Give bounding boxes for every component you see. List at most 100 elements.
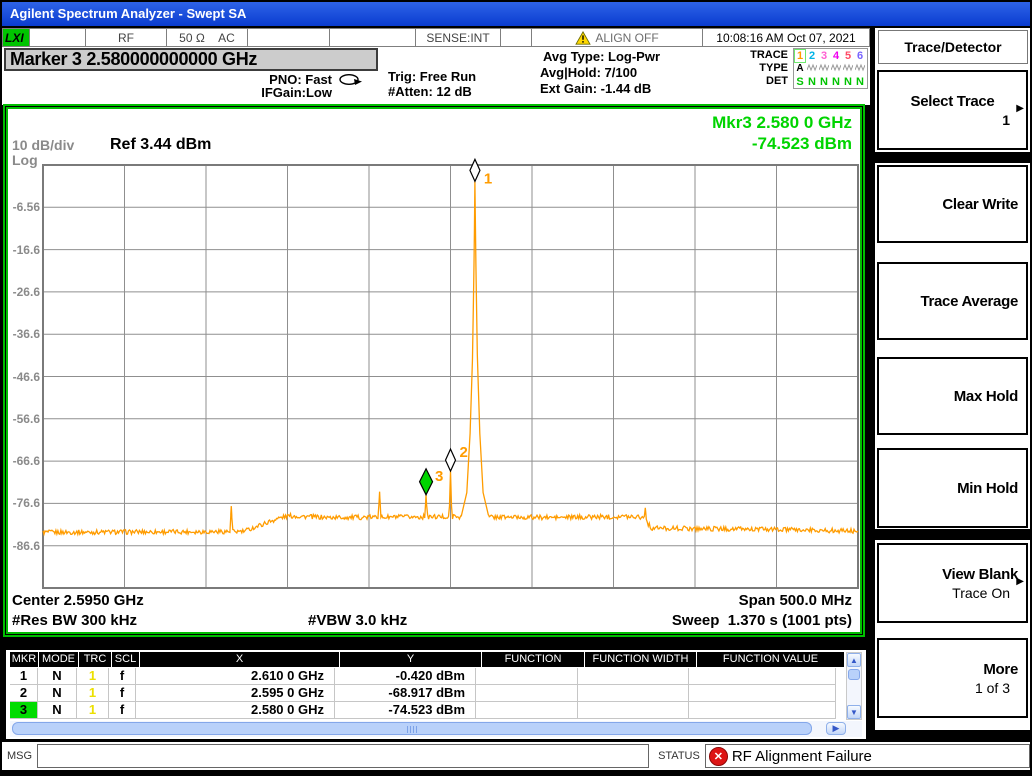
measurement-info-bar: Marker 3 2.580000000000 GHz PNO: Fast IF…: [2, 47, 870, 105]
trace-4-number: 4: [830, 50, 842, 62]
cell-y: -68.917 dBm: [335, 685, 476, 701]
marker-table-row-2[interactable]: 2N1f2.595 0 GHz-68.917 dBm: [10, 685, 836, 702]
cell-function-value: [689, 668, 836, 684]
column-header-function: FUNCTION: [482, 652, 584, 667]
marker-2-label: 2: [460, 444, 468, 461]
active-function-readout: Marker 3 2.580000000000 GHz: [4, 48, 378, 71]
trace-6-type-waveform-icon: [854, 63, 866, 75]
trace-1-number: 1: [794, 49, 806, 63]
softkey-clear-write[interactable]: Clear Write: [877, 165, 1028, 243]
avg-hold-label: Avg|Hold: 7/100: [540, 65, 637, 80]
sweep-time-label: Sweep 1.370 s (1001 pts): [672, 612, 852, 629]
y-axis-label: -86.6: [10, 539, 40, 553]
trace-2-number: 2: [806, 50, 818, 62]
y-axis-label: -76.6: [10, 496, 40, 510]
horizontal-scrollbar[interactable]: ▶: [10, 721, 862, 737]
softkey-label: Clear Write: [879, 196, 1026, 213]
marker-2-symbol: [446, 449, 456, 471]
softkey-value: 1: [879, 112, 1026, 128]
scale-type-label: Log: [12, 152, 38, 168]
lxi-badge: LXI: [2, 28, 30, 47]
menu-title: Trace/Detector: [878, 30, 1028, 64]
trace-legend: 123456ASNNNNN: [793, 48, 868, 89]
marker-table-header: MKRMODETRCSCLXYFUNCTIONFUNCTION WIDTHFUN…: [10, 652, 845, 667]
trace-3-number: 3: [818, 50, 830, 62]
cell-function-value: [689, 702, 836, 718]
marker-table-row-3[interactable]: 3N1f2.580 0 GHz-74.523 dBm: [10, 702, 836, 719]
cell-trc: 1: [77, 668, 109, 684]
cell-y: -74.523 dBm: [335, 702, 476, 718]
clock: 10:08:16 AM Oct 07, 2021: [703, 28, 870, 47]
scroll-down-button[interactable]: ▼: [847, 705, 861, 719]
legend-trace-detectors: SNNNNN: [794, 75, 867, 88]
softkey-view-blank[interactable]: View BlankTrace On▶: [877, 543, 1028, 623]
spectrum-analyzer-screen: Agilent Spectrum Analyzer - Swept SA LXI…: [0, 0, 1032, 776]
softkey-label: Trace Average: [879, 293, 1026, 310]
trace-6-number: 6: [854, 50, 866, 62]
message-box: [37, 744, 649, 768]
trace-5-detector: N: [842, 76, 854, 88]
softkey-label: Min Hold: [879, 480, 1026, 497]
softkey-select-trace[interactable]: Select Trace1▶: [877, 70, 1028, 150]
softkey-max-hold[interactable]: Max Hold: [877, 357, 1028, 435]
softkey-more[interactable]: More1 of 3: [877, 638, 1028, 718]
window-titlebar: Agilent Spectrum Analyzer - Swept SA: [2, 2, 1030, 26]
softkey-label: Max Hold: [879, 388, 1026, 405]
status-cell-sense-int: SENSE:INT: [416, 28, 501, 47]
cell-mkr: 3: [10, 702, 38, 718]
vbw-label: #VBW 3.0 kHz: [308, 612, 407, 629]
cell-function-width: [578, 668, 689, 684]
horizontal-scroll-thumb[interactable]: [12, 722, 812, 735]
scroll-right-button[interactable]: ▶: [826, 722, 846, 735]
cell-y: -0.420 dBm: [335, 668, 476, 684]
status-cell-blank: [30, 28, 86, 47]
spectrum-display: 123 -6.56-16.6-26.6-36.6-46.6-56.6-66.6-…: [6, 107, 862, 634]
scroll-up-button[interactable]: ▲: [847, 653, 861, 667]
cell-function: [476, 685, 578, 701]
y-axis-label: -66.6: [10, 454, 40, 468]
column-header-y: Y: [340, 652, 481, 667]
cell-scl: f: [109, 702, 136, 718]
cell-mode: N: [38, 668, 77, 684]
cell-x: 2.610 0 GHz: [136, 668, 335, 684]
softkey-min-hold[interactable]: Min Hold: [877, 448, 1028, 528]
cell-mkr: 1: [10, 668, 38, 684]
top-status-bar: LXI RF50 Ω ACSENSE:INT ALIGN OFF 10:08:1…: [2, 28, 870, 47]
attenuation-label: #Atten: 12 dB: [388, 84, 472, 99]
scroll-grip: [407, 726, 419, 733]
graticule: [43, 165, 858, 588]
column-header-function-value: FUNCTION VALUE: [697, 652, 844, 667]
y-axis-label: -26.6: [10, 285, 40, 299]
cell-x: 2.580 0 GHz: [136, 702, 335, 718]
menu-group-separator: [875, 529, 1032, 540]
submenu-arrow-icon: ▶: [1016, 576, 1024, 587]
marker-table: MKRMODETRCSCLXYFUNCTIONFUNCTION WIDTHFUN…: [6, 650, 866, 739]
align-off-text: ALIGN OFF: [595, 31, 658, 45]
softkey-trace-average[interactable]: Trace Average: [877, 262, 1028, 340]
column-header-trc: TRC: [79, 652, 111, 667]
trace-5-type-waveform-icon: [842, 63, 854, 75]
y-axis-label: -6.56: [10, 200, 40, 214]
legend-type-label: TYPE: [702, 62, 788, 74]
column-header-x: X: [140, 652, 339, 667]
y-axis-label: -46.6: [10, 370, 40, 384]
warning-icon: [575, 31, 591, 45]
column-header-mode: MODE: [39, 652, 78, 667]
marker-1-label: 1: [484, 170, 492, 187]
softkey-label: More: [879, 661, 1026, 678]
trace-4-detector: N: [830, 76, 842, 88]
y-axis-label: -16.6: [10, 243, 40, 257]
cell-scl: f: [109, 685, 136, 701]
marker-table-row-1[interactable]: 1N1f2.610 0 GHz-0.420 dBm: [10, 668, 836, 685]
cell-function-value: [689, 685, 836, 701]
column-header-mkr: MKR: [10, 652, 38, 667]
status-cell-blank: [501, 28, 532, 47]
scale-per-div-label: 10 dB/div: [12, 137, 74, 153]
ref-level-label: Ref 3.44 dBm: [110, 136, 211, 154]
vertical-scrollbar[interactable]: ▲ ▼: [846, 652, 862, 720]
status-cell-50-ac: 50 Ω AC: [167, 28, 248, 47]
column-header-scl: SCL: [112, 652, 139, 667]
trace-5-number: 5: [842, 50, 854, 62]
vertical-scroll-thumb[interactable]: [848, 669, 860, 680]
trace-3-type-waveform-icon: [818, 63, 830, 75]
